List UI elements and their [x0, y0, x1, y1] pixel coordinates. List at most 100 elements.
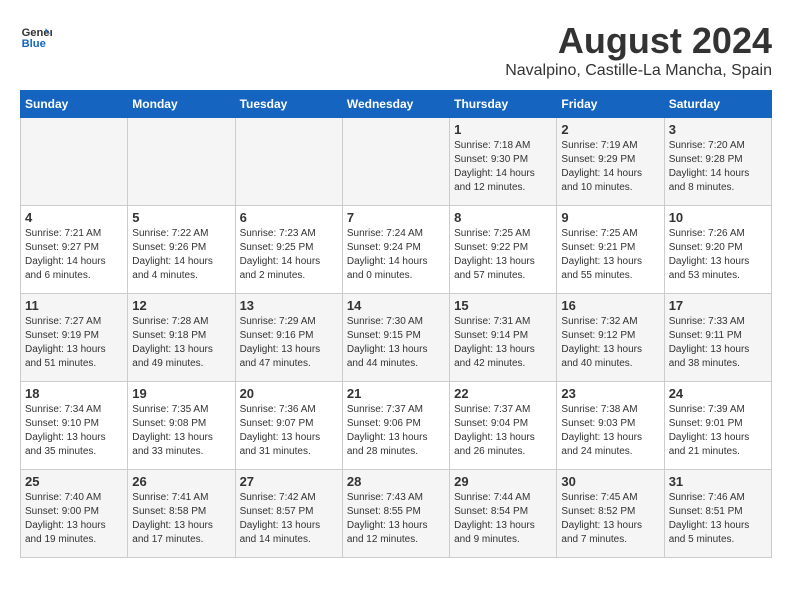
day-number: 8 — [454, 210, 552, 225]
calendar-table: SundayMondayTuesdayWednesdayThursdayFrid… — [20, 90, 772, 558]
day-number: 20 — [240, 386, 338, 401]
day-cell: 28 Sunrise: 7:43 AM Sunset: 8:55 PM Dayli… — [342, 470, 449, 558]
week-row-1: 1 Sunrise: 7:18 AM Sunset: 9:30 PM Daylig… — [21, 118, 772, 206]
day-number: 27 — [240, 474, 338, 489]
day-cell — [342, 118, 449, 206]
day-cell: 16Sunrise: 7:32 AM Sunset: 9:12 PM Dayli… — [557, 294, 664, 382]
day-number: 12 — [132, 298, 230, 313]
day-number: 13 — [240, 298, 338, 313]
calendar-body: 1 Sunrise: 7:18 AM Sunset: 9:30 PM Daylig… — [21, 118, 772, 558]
day-cell: 12Sunrise: 7:28 AM Sunset: 9:18 PM Dayli… — [128, 294, 235, 382]
day-cell: 5Sunrise: 7:22 AM Sunset: 9:26 PM Daylig… — [128, 206, 235, 294]
svg-text:Blue: Blue — [22, 38, 46, 50]
day-info: Sunrise: 7:24 AM Sunset: 9:24 PM Dayligh… — [347, 227, 445, 283]
day-cell: 31Sunrise: 7:46 AM Sunset: 8:51 PM Dayli… — [664, 470, 771, 558]
day-info: Sunrise: 7:29 AM Sunset: 9:16 PM Dayligh… — [240, 315, 338, 371]
day-info: Sunrise: 7:25 AM Sunset: 9:22 PM Dayligh… — [454, 227, 552, 283]
day-cell: 22 Sunrise: 7:37 AM Sunset: 9:04 PM Dayli… — [450, 382, 557, 470]
column-header-wednesday: Wednesday — [342, 91, 449, 118]
day-info: Sunrise: 7:45 AM Sunset: 8:52 PM Dayligh… — [561, 491, 659, 547]
week-row-4: 18 Sunrise: 7:34 AM Sunset: 9:10 PM Dayli… — [21, 382, 772, 470]
day-cell: 29Sunrise: 7:44 AM Sunset: 8:54 PM Dayli… — [450, 470, 557, 558]
day-number: 6 — [240, 210, 338, 225]
week-row-3: 11Sunrise: 7:27 AM Sunset: 9:19 PM Dayli… — [21, 294, 772, 382]
column-header-saturday: Saturday — [664, 91, 771, 118]
day-number: 1 — [454, 122, 552, 137]
day-number: 5 — [132, 210, 230, 225]
day-cell: 8 Sunrise: 7:25 AM Sunset: 9:22 PM Daylig… — [450, 206, 557, 294]
day-number: 22 — [454, 386, 552, 401]
day-number: 19 — [132, 386, 230, 401]
day-info: Sunrise: 7:25 AM Sunset: 9:21 PM Dayligh… — [561, 227, 659, 283]
day-cell: 1 Sunrise: 7:18 AM Sunset: 9:30 PM Daylig… — [450, 118, 557, 206]
day-cell: 24 Sunrise: 7:39 AM Sunset: 9:01 PM Dayli… — [664, 382, 771, 470]
day-number: 30 — [561, 474, 659, 489]
day-number: 23 — [561, 386, 659, 401]
column-header-tuesday: Tuesday — [235, 91, 342, 118]
day-cell: 3 Sunrise: 7:20 AM Sunset: 9:28 PM Daylig… — [664, 118, 771, 206]
day-number: 28 — [347, 474, 445, 489]
header: General Blue August 2024 Navalpino, Cast… — [20, 20, 772, 80]
column-header-monday: Monday — [128, 91, 235, 118]
day-info: Sunrise: 7:39 AM Sunset: 9:01 PM Dayligh… — [669, 403, 767, 459]
day-cell: 23 Sunrise: 7:38 AM Sunset: 9:03 PM Dayli… — [557, 382, 664, 470]
week-row-5: 25Sunrise: 7:40 AM Sunset: 9:00 PM Dayli… — [21, 470, 772, 558]
day-info: Sunrise: 7:37 AM Sunset: 9:06 PM Dayligh… — [347, 403, 445, 459]
day-cell: 10 Sunrise: 7:26 AM Sunset: 9:20 PM Dayli… — [664, 206, 771, 294]
day-cell: 9Sunrise: 7:25 AM Sunset: 9:21 PM Daylig… — [557, 206, 664, 294]
day-info: Sunrise: 7:27 AM Sunset: 9:19 PM Dayligh… — [25, 315, 123, 371]
day-number: 17 — [669, 298, 767, 313]
day-info: Sunrise: 7:36 AM Sunset: 9:07 PM Dayligh… — [240, 403, 338, 459]
logo-icon: General Blue — [20, 20, 52, 52]
column-header-thursday: Thursday — [450, 91, 557, 118]
day-cell — [235, 118, 342, 206]
title-area: August 2024 Navalpino, Castille-La Manch… — [505, 20, 772, 80]
day-info: Sunrise: 7:18 AM Sunset: 9:30 PM Dayligh… — [454, 139, 552, 195]
day-cell: 19 Sunrise: 7:35 AM Sunset: 9:08 PM Dayli… — [128, 382, 235, 470]
day-number: 7 — [347, 210, 445, 225]
day-info: Sunrise: 7:38 AM Sunset: 9:03 PM Dayligh… — [561, 403, 659, 459]
day-number: 3 — [669, 122, 767, 137]
day-info: Sunrise: 7:33 AM Sunset: 9:11 PM Dayligh… — [669, 315, 767, 371]
svg-text:General: General — [22, 27, 52, 39]
day-cell: 18 Sunrise: 7:34 AM Sunset: 9:10 PM Dayli… — [21, 382, 128, 470]
day-cell: 25Sunrise: 7:40 AM Sunset: 9:00 PM Dayli… — [21, 470, 128, 558]
day-info: Sunrise: 7:34 AM Sunset: 9:10 PM Dayligh… — [25, 403, 123, 459]
day-number: 18 — [25, 386, 123, 401]
day-info: Sunrise: 7:43 AM Sunset: 8:55 PM Dayligh… — [347, 491, 445, 547]
day-cell — [128, 118, 235, 206]
day-info: Sunrise: 7:32 AM Sunset: 9:12 PM Dayligh… — [561, 315, 659, 371]
day-cell: 30 Sunrise: 7:45 AM Sunset: 8:52 PM Dayli… — [557, 470, 664, 558]
subtitle: Navalpino, Castille-La Mancha, Spain — [505, 62, 772, 80]
day-cell: 2 Sunrise: 7:19 AM Sunset: 9:29 PM Daylig… — [557, 118, 664, 206]
day-cell: 13 Sunrise: 7:29 AM Sunset: 9:16 PM Dayli… — [235, 294, 342, 382]
day-number: 24 — [669, 386, 767, 401]
day-cell — [21, 118, 128, 206]
day-info: Sunrise: 7:37 AM Sunset: 9:04 PM Dayligh… — [454, 403, 552, 459]
day-info: Sunrise: 7:20 AM Sunset: 9:28 PM Dayligh… — [669, 139, 767, 195]
day-cell: 20 Sunrise: 7:36 AM Sunset: 9:07 PM Dayli… — [235, 382, 342, 470]
day-info: Sunrise: 7:41 AM Sunset: 8:58 PM Dayligh… — [132, 491, 230, 547]
day-cell: 26Sunrise: 7:41 AM Sunset: 8:58 PM Dayli… — [128, 470, 235, 558]
column-header-friday: Friday — [557, 91, 664, 118]
day-number: 31 — [669, 474, 767, 489]
day-info: Sunrise: 7:21 AM Sunset: 9:27 PM Dayligh… — [25, 227, 123, 283]
day-info: Sunrise: 7:19 AM Sunset: 9:29 PM Dayligh… — [561, 139, 659, 195]
day-number: 10 — [669, 210, 767, 225]
day-cell: 6 Sunrise: 7:23 AM Sunset: 9:25 PM Daylig… — [235, 206, 342, 294]
day-cell: 14Sunrise: 7:30 AM Sunset: 9:15 PM Dayli… — [342, 294, 449, 382]
day-cell: 27Sunrise: 7:42 AM Sunset: 8:57 PM Dayli… — [235, 470, 342, 558]
day-info: Sunrise: 7:26 AM Sunset: 9:20 PM Dayligh… — [669, 227, 767, 283]
column-header-sunday: Sunday — [21, 91, 128, 118]
day-number: 21 — [347, 386, 445, 401]
day-cell: 17 Sunrise: 7:33 AM Sunset: 9:11 PM Dayli… — [664, 294, 771, 382]
day-number: 4 — [25, 210, 123, 225]
day-cell: 11Sunrise: 7:27 AM Sunset: 9:19 PM Dayli… — [21, 294, 128, 382]
day-info: Sunrise: 7:23 AM Sunset: 9:25 PM Dayligh… — [240, 227, 338, 283]
day-number: 2 — [561, 122, 659, 137]
day-cell: 21 Sunrise: 7:37 AM Sunset: 9:06 PM Dayli… — [342, 382, 449, 470]
day-info: Sunrise: 7:30 AM Sunset: 9:15 PM Dayligh… — [347, 315, 445, 371]
main-title: August 2024 — [505, 20, 772, 62]
day-number: 25 — [25, 474, 123, 489]
day-info: Sunrise: 7:35 AM Sunset: 9:08 PM Dayligh… — [132, 403, 230, 459]
